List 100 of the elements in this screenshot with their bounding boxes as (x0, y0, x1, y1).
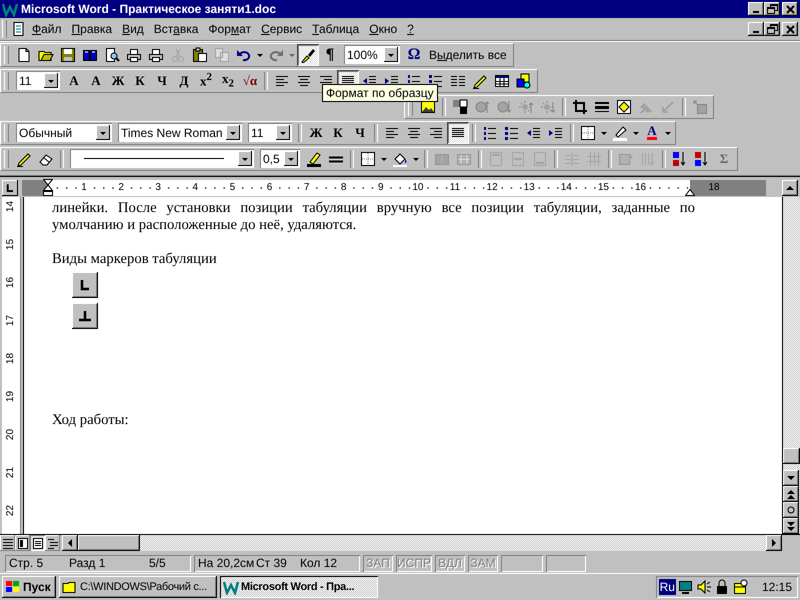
underline-button[interactable]: Ч (151, 70, 173, 92)
bulleted-list-icon (504, 124, 520, 141)
next-page-button[interactable] (783, 518, 799, 534)
minimize-icon (753, 10, 759, 13)
pen-color-icon (306, 150, 322, 167)
distribute-columns-icon (586, 150, 602, 167)
minimize-button[interactable] (748, 22, 764, 36)
shrink-font-button[interactable]: A (85, 70, 107, 92)
highlighter-icon (612, 124, 628, 141)
restore-button[interactable] (764, 22, 780, 36)
close-icon (784, 2, 796, 15)
align-bottom-icon (532, 150, 548, 167)
maximize-button[interactable] (764, 2, 780, 16)
line-indicator: Ст 39 (256, 556, 288, 570)
scroll-up-button[interactable] (782, 180, 798, 196)
color-squares-icon (452, 98, 468, 115)
italic-button[interactable]: К (327, 122, 349, 144)
contrast-down-icon (496, 98, 512, 115)
close-button[interactable] (782, 2, 798, 16)
taskbar-button[interactable]: C:\WINDOWS\Рабочий с... (59, 576, 217, 598)
scroll-right-button[interactable] (766, 535, 782, 552)
tooltip: Формат по образцу (322, 84, 438, 102)
symbol-button[interactable]: Ω (403, 44, 425, 66)
word-logo-icon (223, 579, 239, 596)
text-direction-icon (640, 150, 656, 167)
section-indicator: Разд 1 (69, 556, 106, 570)
scroll-left-button[interactable] (62, 535, 78, 552)
outline-view-icon (46, 537, 58, 550)
paragraph: линейки. После установки позиции табуляции вручную все позиции табуляции, заданные по умолчанию и расположенные до неё, удаляются. (52, 200, 695, 234)
menu-item[interactable]: Вид (117, 22, 149, 36)
font-color-button[interactable]: A (641, 122, 663, 144)
paintbrush-button[interactable] (297, 44, 319, 66)
browse-object-button[interactable] (783, 502, 799, 518)
start-button[interactable]: Пуск (2, 576, 56, 598)
borders-icon (360, 150, 376, 167)
printer-icon (148, 46, 164, 63)
print-preview-icon (104, 46, 120, 63)
tab-selector-button[interactable] (2, 180, 18, 196)
language-indicator[interactable]: Ru (658, 579, 676, 596)
zoom-dropdown[interactable]: 100% (344, 45, 400, 64)
minimize-button[interactable] (748, 2, 764, 16)
ruler-number: 19 (6, 390, 16, 402)
line-style-dropdown[interactable] (70, 149, 254, 168)
picture-reset-icon (692, 98, 708, 115)
select-all-button[interactable]: Выделить все (425, 44, 511, 66)
font-size-dropdown[interactable]: 11 (16, 71, 60, 90)
restore-icon (766, 2, 778, 15)
web-view-button[interactable] (15, 535, 30, 552)
subscript-button[interactable]: x$_{2}$ (217, 70, 239, 92)
style-dropdown[interactable]: Обычный (16, 123, 112, 142)
page-view-button[interactable] (30, 535, 45, 552)
grow-font-button[interactable]: A (63, 70, 85, 92)
bold-button[interactable]: Ж (305, 122, 327, 144)
close-button[interactable] (782, 22, 798, 36)
menu-item[interactable]: Правка (66, 22, 118, 36)
show-marks-button[interactable]: ¶ (319, 44, 341, 66)
ruler-number: 21 (6, 466, 16, 478)
superscript-button[interactable]: x$^{2}$ (195, 70, 217, 92)
menu-item[interactable]: ? (402, 22, 419, 36)
justify-button[interactable] (447, 122, 469, 144)
monitor-icon (678, 579, 694, 596)
close-icon (784, 22, 796, 35)
pencil-icon (472, 72, 488, 89)
menu-item[interactable]: Формат (203, 22, 256, 36)
double-underline-button[interactable]: Д (173, 70, 195, 92)
outline-view-button[interactable] (45, 535, 60, 552)
ruler-number: 17 (6, 314, 16, 326)
menu-item[interactable]: Окно (364, 22, 402, 36)
equation-button[interactable]: √α (239, 70, 261, 92)
line-weight-dropdown[interactable]: 0,5 (260, 149, 300, 168)
double-down-arrow-icon (785, 520, 797, 532)
center-tab-marker-icon (72, 303, 98, 330)
underline-button[interactable]: Ч (349, 122, 371, 144)
minimize-icon (753, 30, 759, 33)
clock: 12:15 (762, 580, 792, 594)
numbered-list-icon (482, 124, 498, 141)
left-tab-marker-icon (72, 272, 98, 298)
taskbar-button[interactable]: Microsoft Word - Пра... (220, 576, 378, 598)
italic-button[interactable]: К (129, 70, 151, 92)
menu-item[interactable]: Вставка (148, 22, 204, 36)
contrast-up-icon (474, 98, 490, 115)
normal-view-button[interactable] (0, 535, 15, 552)
previous-page-button[interactable] (783, 486, 799, 502)
pencil-icon (16, 150, 32, 167)
indent-marker[interactable] (43, 178, 53, 196)
borders-icon (580, 124, 596, 141)
brightness-down-icon (540, 98, 556, 115)
crop-icon (572, 98, 588, 115)
circle-icon (785, 504, 797, 516)
ruler-number: 18 (6, 352, 16, 364)
bold-button[interactable]: Ж (107, 70, 129, 92)
paintbrush-icon (300, 46, 316, 63)
menu-item[interactable]: Файл (27, 22, 67, 36)
scroll-thumb[interactable] (78, 535, 140, 552)
menu-item[interactable]: Таблица (307, 22, 364, 36)
font-size-dropdown[interactable]: 11 (248, 123, 292, 142)
font-dropdown[interactable]: Times New Roman (118, 123, 242, 142)
scroll-thumb[interactable] (783, 448, 800, 464)
scroll-down-button[interactable] (783, 470, 799, 486)
menu-item[interactable]: Сервис (256, 22, 308, 36)
